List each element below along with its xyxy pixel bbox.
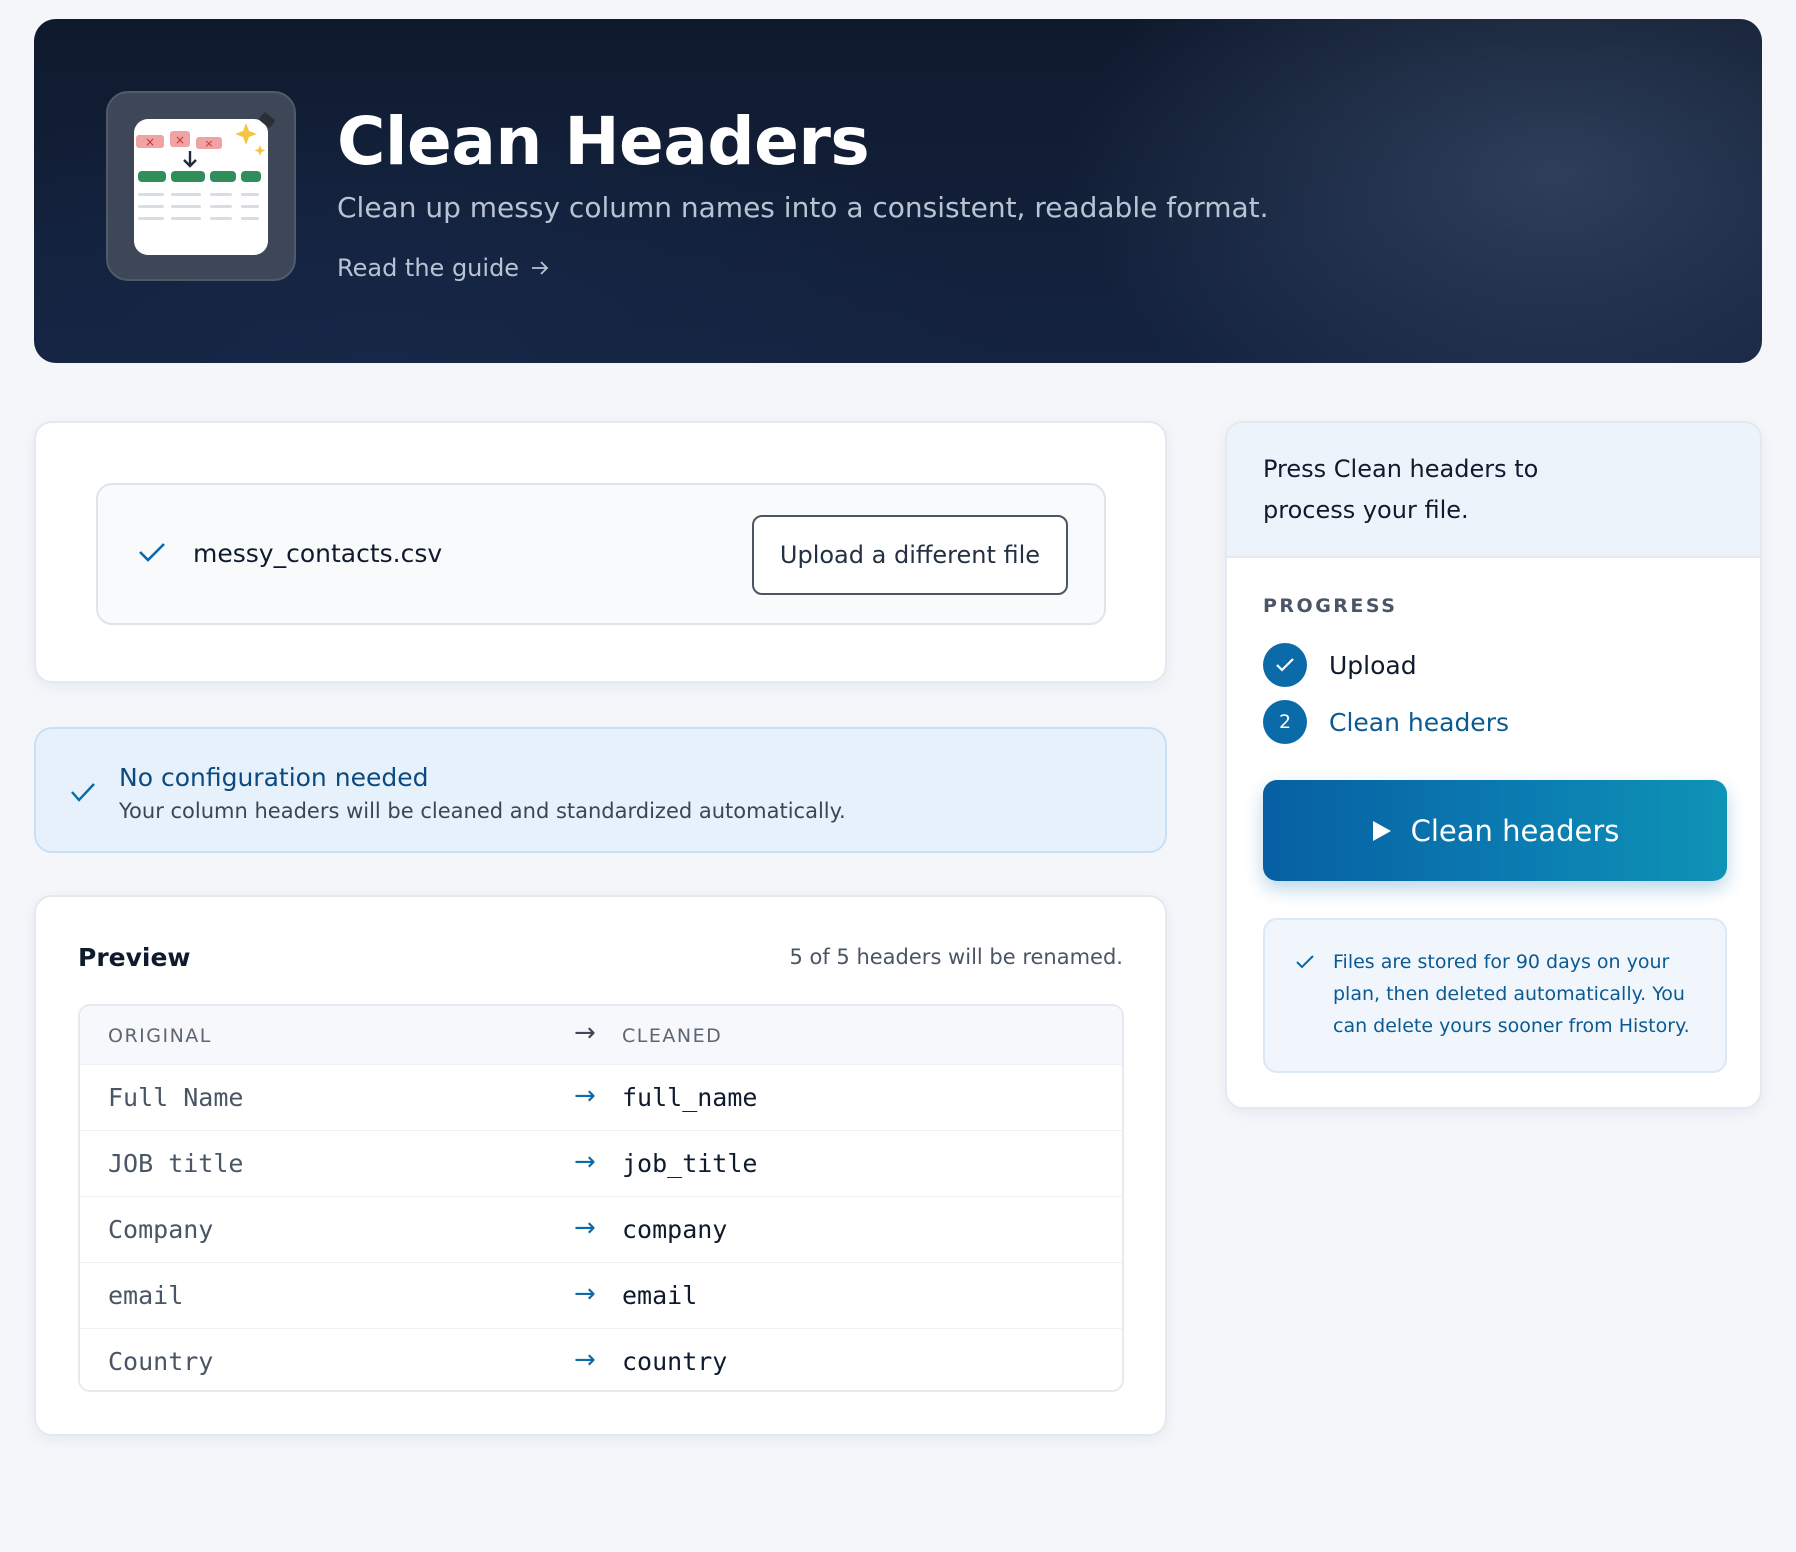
check-icon bbox=[1296, 955, 1314, 969]
rename-summary: 5 of 5 headers will be renamed. bbox=[789, 945, 1123, 969]
cleaned-header: job_title bbox=[622, 1149, 758, 1178]
original-header: Full Name bbox=[108, 1083, 244, 1112]
svg-text:×: × bbox=[145, 135, 155, 149]
arrow-right-icon bbox=[532, 261, 549, 275]
step-complete-marker bbox=[1263, 643, 1307, 687]
spreadsheet-clean-icon: × × × bbox=[134, 112, 275, 255]
page-header: × × × Clean Headers Clean up messy colum… bbox=[34, 19, 1762, 363]
check-icon bbox=[139, 543, 165, 562]
svg-text:×: × bbox=[175, 133, 185, 147]
clean-headers-button[interactable]: Clean headers bbox=[1263, 780, 1727, 881]
header-preview-table: ORIGINAL → CLEANED Full Name → full_name… bbox=[78, 1004, 1124, 1392]
cleaned-header: country bbox=[622, 1347, 728, 1376]
read-guide-label: Read the guide bbox=[337, 254, 520, 282]
run-instruction: Press Clean headers to process your file… bbox=[1263, 455, 1539, 524]
play-icon bbox=[1372, 820, 1391, 841]
step-label: Upload bbox=[1329, 650, 1417, 680]
page-title: Clean Headers bbox=[337, 103, 870, 180]
progress-label: PROGRESS bbox=[1263, 595, 1398, 617]
upload-different-file-button[interactable]: Upload a different file bbox=[752, 515, 1068, 595]
file-name: messy_contacts.csv bbox=[193, 539, 443, 568]
step-label: Clean headers bbox=[1329, 707, 1509, 737]
read-guide-link[interactable]: Read the guide bbox=[337, 254, 549, 282]
table-row: Full Name → full_name bbox=[80, 1064, 1122, 1130]
arrow-right-icon: → bbox=[574, 1345, 596, 1375]
config-notice-description: Your column headers will be cleaned and … bbox=[119, 799, 846, 823]
app-icon: × × × bbox=[106, 91, 296, 281]
cleaned-header: email bbox=[622, 1281, 698, 1310]
cleaned-header: company bbox=[622, 1215, 728, 1244]
page-subtitle: Clean up messy column names into a consi… bbox=[337, 191, 1269, 224]
upload-card: messy_contacts.csv Upload a different fi… bbox=[34, 421, 1167, 683]
table-row: Company → company bbox=[80, 1196, 1122, 1262]
config-notice: No configuration needed Your column head… bbox=[34, 727, 1167, 853]
column-header-original: ORIGINAL bbox=[108, 1025, 212, 1047]
table-row: JOB title → job_title bbox=[80, 1130, 1122, 1196]
uploaded-file: messy_contacts.csv Upload a different fi… bbox=[96, 483, 1106, 625]
arrow-right-icon: → bbox=[574, 1081, 596, 1111]
arrow-right-icon: → bbox=[574, 1147, 596, 1177]
arrow-right-icon: → bbox=[574, 1018, 596, 1048]
preview-card: Preview 5 of 5 headers will be renamed. … bbox=[34, 895, 1167, 1436]
progress-step-upload: Upload bbox=[1263, 643, 1417, 687]
original-header: email bbox=[108, 1281, 184, 1310]
preview-title: Preview bbox=[78, 943, 191, 972]
check-icon bbox=[71, 783, 95, 802]
table-row: Country → country bbox=[80, 1328, 1122, 1390]
arrow-right-icon: → bbox=[574, 1213, 596, 1243]
run-panel-header: Press Clean headers to process your file… bbox=[1227, 423, 1760, 558]
table-row: email → email bbox=[80, 1262, 1122, 1328]
progress-step-clean-headers: 2 Clean headers bbox=[1263, 700, 1509, 744]
config-notice-title: No configuration needed bbox=[119, 763, 429, 792]
retention-note-text: Files are stored for 90 days on your pla… bbox=[1333, 951, 1690, 1037]
check-icon bbox=[1276, 658, 1294, 672]
step-number: 2 bbox=[1263, 700, 1307, 744]
arrow-right-icon: → bbox=[574, 1279, 596, 1309]
original-header: Company bbox=[108, 1215, 214, 1244]
column-header-cleaned: CLEANED bbox=[622, 1025, 723, 1047]
original-header: JOB title bbox=[108, 1149, 244, 1178]
run-panel: Press Clean headers to process your file… bbox=[1225, 421, 1762, 1109]
original-header: Country bbox=[108, 1347, 214, 1376]
svg-text:×: × bbox=[204, 137, 213, 150]
retention-note: Files are stored for 90 days on your pla… bbox=[1263, 918, 1727, 1073]
table-header-row: ORIGINAL → CLEANED bbox=[80, 1006, 1122, 1064]
clean-headers-button-label: Clean headers bbox=[1410, 813, 1620, 848]
cleaned-header: full_name bbox=[622, 1083, 758, 1112]
